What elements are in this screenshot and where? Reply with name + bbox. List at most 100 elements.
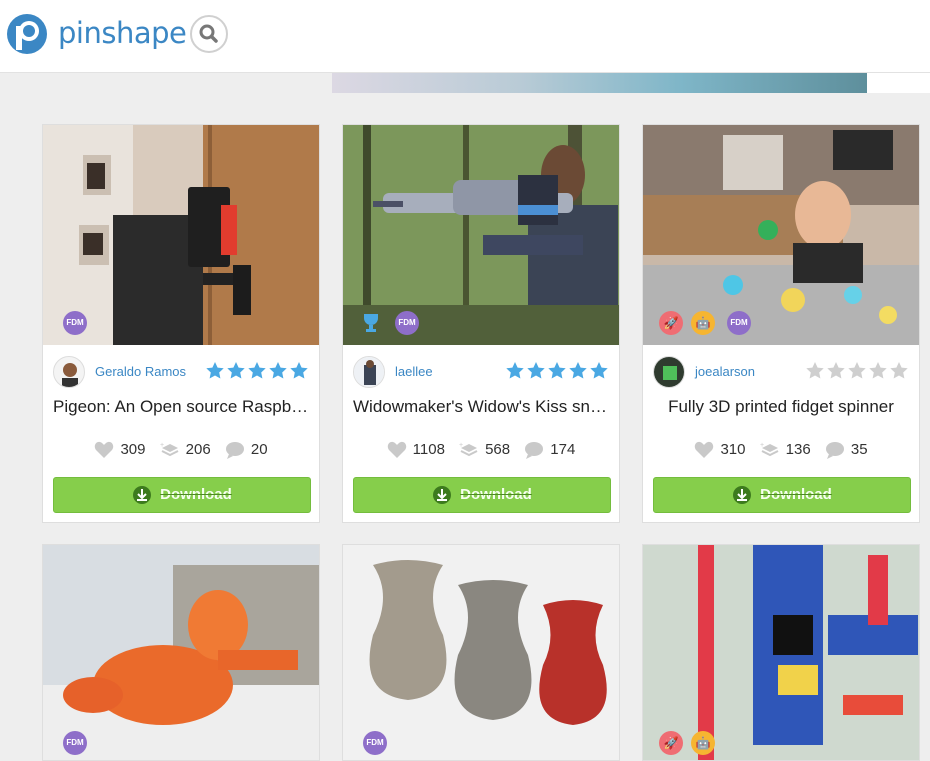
promo-banner[interactable]	[332, 73, 867, 93]
project-image[interactable]	[343, 545, 619, 760]
star-filled-icon	[269, 362, 287, 379]
rocket-icon[interactable]: 🚀	[659, 731, 683, 755]
star-filled-icon	[290, 362, 308, 379]
comments-stat[interactable]: 174	[524, 441, 576, 460]
project-card[interactable]: 🚀 🤖 FDM joealarson Fully 3D printed fidg…	[642, 124, 920, 523]
rating-stars	[205, 361, 309, 381]
project-image[interactable]	[343, 125, 619, 345]
download-label: Download	[160, 486, 232, 503]
download-button[interactable]: Download	[653, 477, 911, 513]
remix-stat[interactable]: +568	[459, 441, 510, 459]
download-icon	[433, 486, 452, 505]
svg-text:+: +	[160, 442, 164, 449]
download-button[interactable]: Download	[53, 477, 311, 513]
top-header: pinshape	[0, 0, 930, 73]
star-filled-icon	[248, 362, 266, 379]
download-icon	[133, 486, 152, 505]
banner-spacer	[867, 73, 930, 93]
search-icon	[199, 24, 218, 43]
project-image[interactable]	[43, 545, 319, 760]
remix-count: 136	[785, 441, 811, 459]
avatar[interactable]	[653, 356, 685, 388]
card-stats: 309 +206 20	[43, 441, 319, 461]
project-card[interactable]: FDM Geraldo Ramos Pigeon: An Open source…	[42, 124, 320, 523]
rating-stars	[805, 361, 909, 381]
fdm-badge[interactable]: FDM	[727, 311, 751, 335]
likes-count: 1108	[412, 441, 445, 459]
star-filled-icon	[527, 362, 545, 379]
fdm-badge[interactable]: FDM	[363, 731, 387, 755]
download-label: Download	[760, 486, 832, 503]
likes-count: 310	[720, 441, 746, 459]
project-title[interactable]: Fully 3D printed fidget spinner	[653, 397, 909, 417]
heart-icon	[95, 441, 114, 459]
project-card[interactable]: FDM laellee Widowmaker's Widow's Kiss sn…	[342, 124, 620, 523]
avatar[interactable]	[353, 356, 385, 388]
fdm-badge[interactable]: FDM	[63, 731, 87, 755]
project-title[interactable]: Pigeon: An Open source Raspberry Pi secu…	[53, 397, 309, 417]
card-meta: laellee	[353, 355, 609, 389]
rating-stars	[505, 361, 609, 381]
project-image[interactable]	[43, 125, 319, 345]
project-card[interactable]: FDM	[42, 544, 320, 761]
star-filled-icon	[569, 362, 587, 379]
likes-count: 309	[120, 441, 146, 459]
star-filled-icon	[548, 362, 566, 379]
author-name[interactable]: laellee	[395, 364, 433, 379]
star-empty-icon	[827, 362, 845, 379]
robot-icon[interactable]: 🤖	[691, 311, 715, 335]
comment-count: 35	[850, 441, 868, 459]
layers-icon: +	[160, 442, 179, 457]
download-button[interactable]: Download	[353, 477, 611, 513]
project-title[interactable]: Widowmaker's Widow's Kiss sniper rifle	[353, 397, 609, 417]
star-empty-icon	[869, 362, 887, 379]
star-empty-icon	[806, 362, 824, 379]
comments-stat[interactable]: 35	[825, 441, 868, 460]
project-image[interactable]	[643, 125, 919, 345]
star-empty-icon	[890, 362, 908, 379]
author-name[interactable]: joealarson	[695, 364, 755, 379]
card-meta: joealarson	[653, 355, 909, 389]
project-card[interactable]: 🚀 🤖	[642, 544, 920, 761]
project-card[interactable]: FDM	[342, 544, 620, 761]
remix-stat[interactable]: +136	[760, 441, 811, 459]
likes-stat[interactable]: 310	[694, 441, 745, 459]
star-filled-icon	[506, 362, 524, 379]
download-icon	[733, 486, 752, 505]
svg-text:+: +	[459, 442, 463, 449]
heart-icon	[695, 441, 714, 459]
pinshape-logo-icon[interactable]	[3, 12, 53, 56]
layers-icon: +	[760, 442, 779, 457]
remix-count: 206	[185, 441, 211, 459]
likes-stat[interactable]: 309	[94, 441, 145, 459]
layers-icon: +	[459, 442, 478, 457]
star-filled-icon	[590, 362, 608, 379]
heart-icon	[387, 441, 406, 459]
comment-icon	[825, 442, 844, 460]
comment-icon	[225, 442, 244, 460]
avatar[interactable]	[53, 356, 85, 388]
project-image[interactable]	[643, 545, 919, 760]
star-empty-icon	[848, 362, 866, 379]
comments-stat[interactable]: 20	[225, 441, 268, 460]
star-filled-icon	[227, 362, 245, 379]
robot-icon[interactable]: 🤖	[691, 731, 715, 755]
fdm-badge[interactable]: FDM	[63, 311, 87, 335]
trophy-icon[interactable]	[359, 311, 383, 335]
comment-count: 20	[250, 441, 268, 459]
svg-text:+: +	[760, 442, 764, 449]
search-button[interactable]	[190, 15, 228, 53]
comment-count: 174	[550, 441, 576, 459]
brand-name[interactable]: pinshape	[58, 16, 187, 50]
card-meta: Geraldo Ramos	[53, 355, 309, 389]
card-stats: 1108 +568 174	[343, 441, 619, 461]
comment-icon	[525, 442, 544, 460]
author-name[interactable]: Geraldo Ramos	[95, 364, 186, 379]
card-stats: 310 +136 35	[643, 441, 919, 461]
likes-stat[interactable]: 1108	[387, 441, 445, 459]
remix-count: 568	[485, 441, 511, 459]
rocket-icon[interactable]: 🚀	[659, 311, 683, 335]
fdm-badge[interactable]: FDM	[395, 311, 419, 335]
remix-stat[interactable]: +206	[160, 441, 211, 459]
download-label: Download	[460, 486, 532, 503]
